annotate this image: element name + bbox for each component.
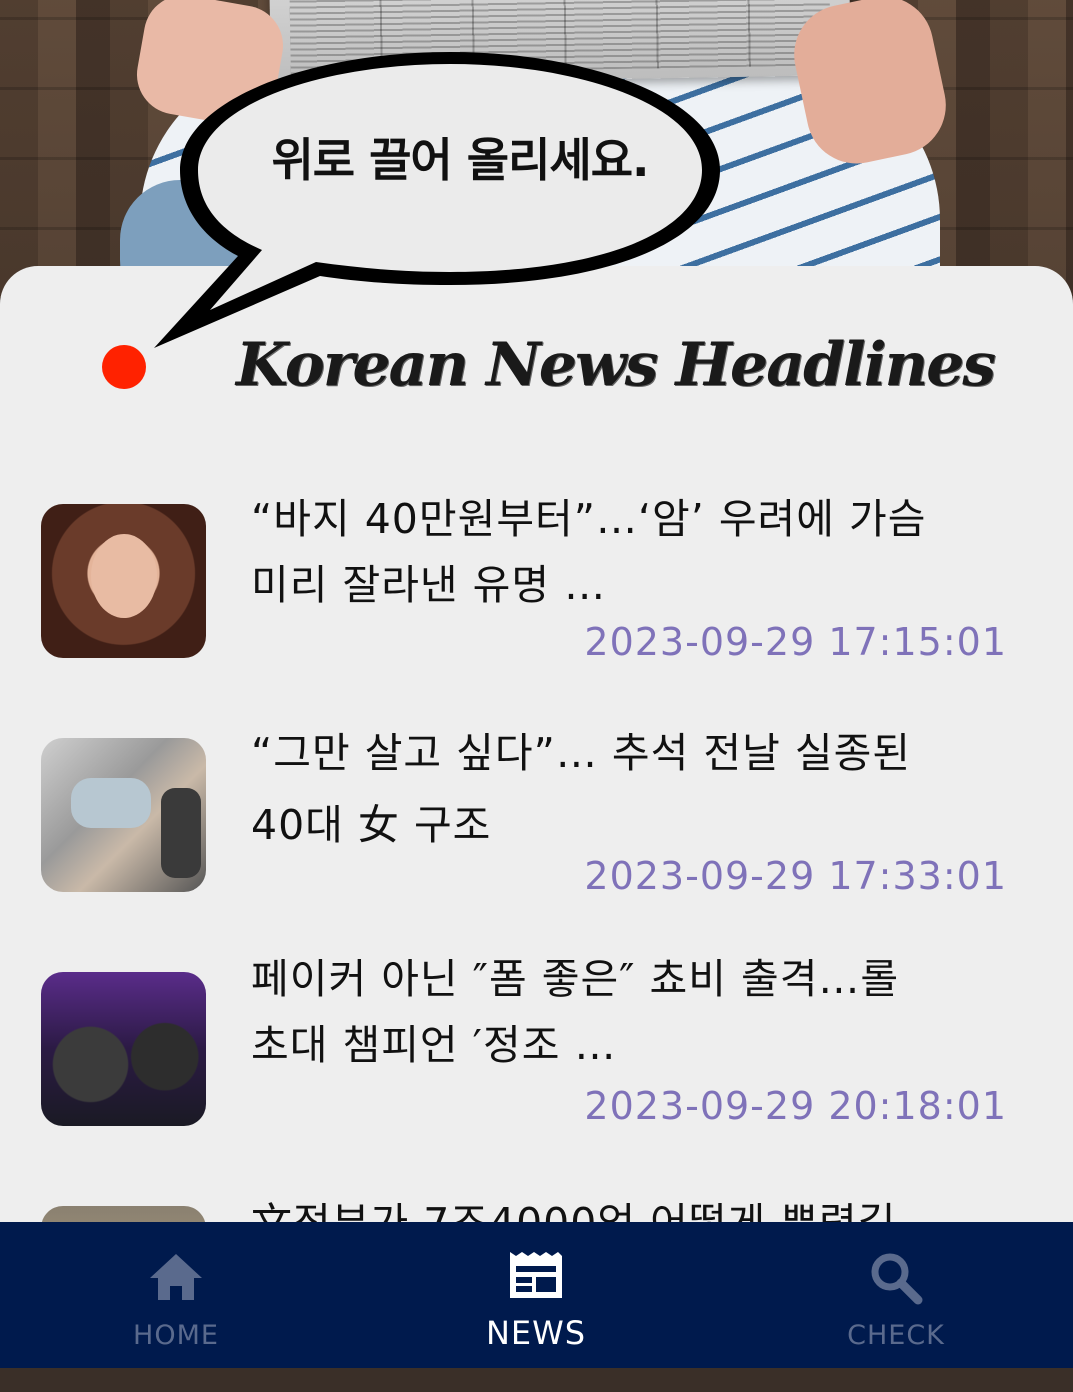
nav-check[interactable]: CHECK (776, 1222, 1016, 1368)
news-title-line: 페이커 아닌 ″폼 좋은″ 쵸비 출격…롤 (251, 955, 900, 1003)
news-item[interactable]: “바지 40만원부터”…‘암’ 우려에 가슴 미리 잘라낸 유명 … 2023-… (0, 480, 1073, 690)
news-date: 2023-09-29 20:18:01 (584, 1084, 1007, 1128)
nav-news[interactable]: NEWS (416, 1222, 656, 1368)
live-dot (102, 345, 146, 389)
nav-check-label: CHECK (847, 1320, 945, 1351)
search-icon (871, 1253, 923, 1305)
news-title[interactable]: 페이커 아닌 ″폼 좋은″ 쵸비 출격…롤 초대 챔피언 ′정조 … (251, 946, 1011, 1078)
bottom-nav: HOME NEWS CHECK (0, 1222, 1073, 1368)
page-title: Korean News Headlines (236, 330, 996, 400)
news-date: 2023-09-29 17:33:01 (584, 854, 1007, 898)
news-thumbnail[interactable] (41, 504, 206, 658)
news-item[interactable]: 페이커 아닌 ″폼 좋은″ 쵸비 출격…롤 초대 챔피언 ′정조 … 2023-… (0, 948, 1073, 1158)
nav-home[interactable]: HOME (56, 1222, 296, 1368)
news-thumbnail[interactable] (41, 738, 206, 892)
home-icon (150, 1254, 202, 1300)
bubble-text: 위로 끌어 올리세요. (271, 133, 649, 187)
speech-bubble (154, 52, 720, 348)
news-title-line: 40대 女 구조 (251, 801, 492, 849)
news-title-line: 미리 잘라낸 유명 … (251, 561, 607, 609)
news-thumbnail[interactable] (41, 972, 206, 1126)
news-title-line: “바지 40만원부터”…‘암’ 우려에 가슴 (251, 495, 927, 543)
news-title-line: 초대 챔피언 ′정조 … (251, 1021, 617, 1069)
news-title-line: “그만 살고 싶다”… 추석 전날 실종된 (251, 729, 912, 777)
nav-home-label: HOME (133, 1320, 219, 1351)
news-date: 2023-09-29 17:15:01 (584, 620, 1007, 664)
newspaper-icon (510, 1252, 562, 1298)
news-item[interactable]: “그만 살고 싶다”… 추석 전날 실종된 40대 女 구조 2023-09-2… (0, 714, 1073, 924)
nav-news-label: NEWS (485, 1314, 587, 1352)
news-title[interactable]: “바지 40만원부터”…‘암’ 우려에 가슴 미리 잘라낸 유명 … (251, 486, 1011, 618)
news-title[interactable]: “그만 살고 싶다”… 추석 전날 실종된 40대 女 구조 (251, 720, 1011, 858)
